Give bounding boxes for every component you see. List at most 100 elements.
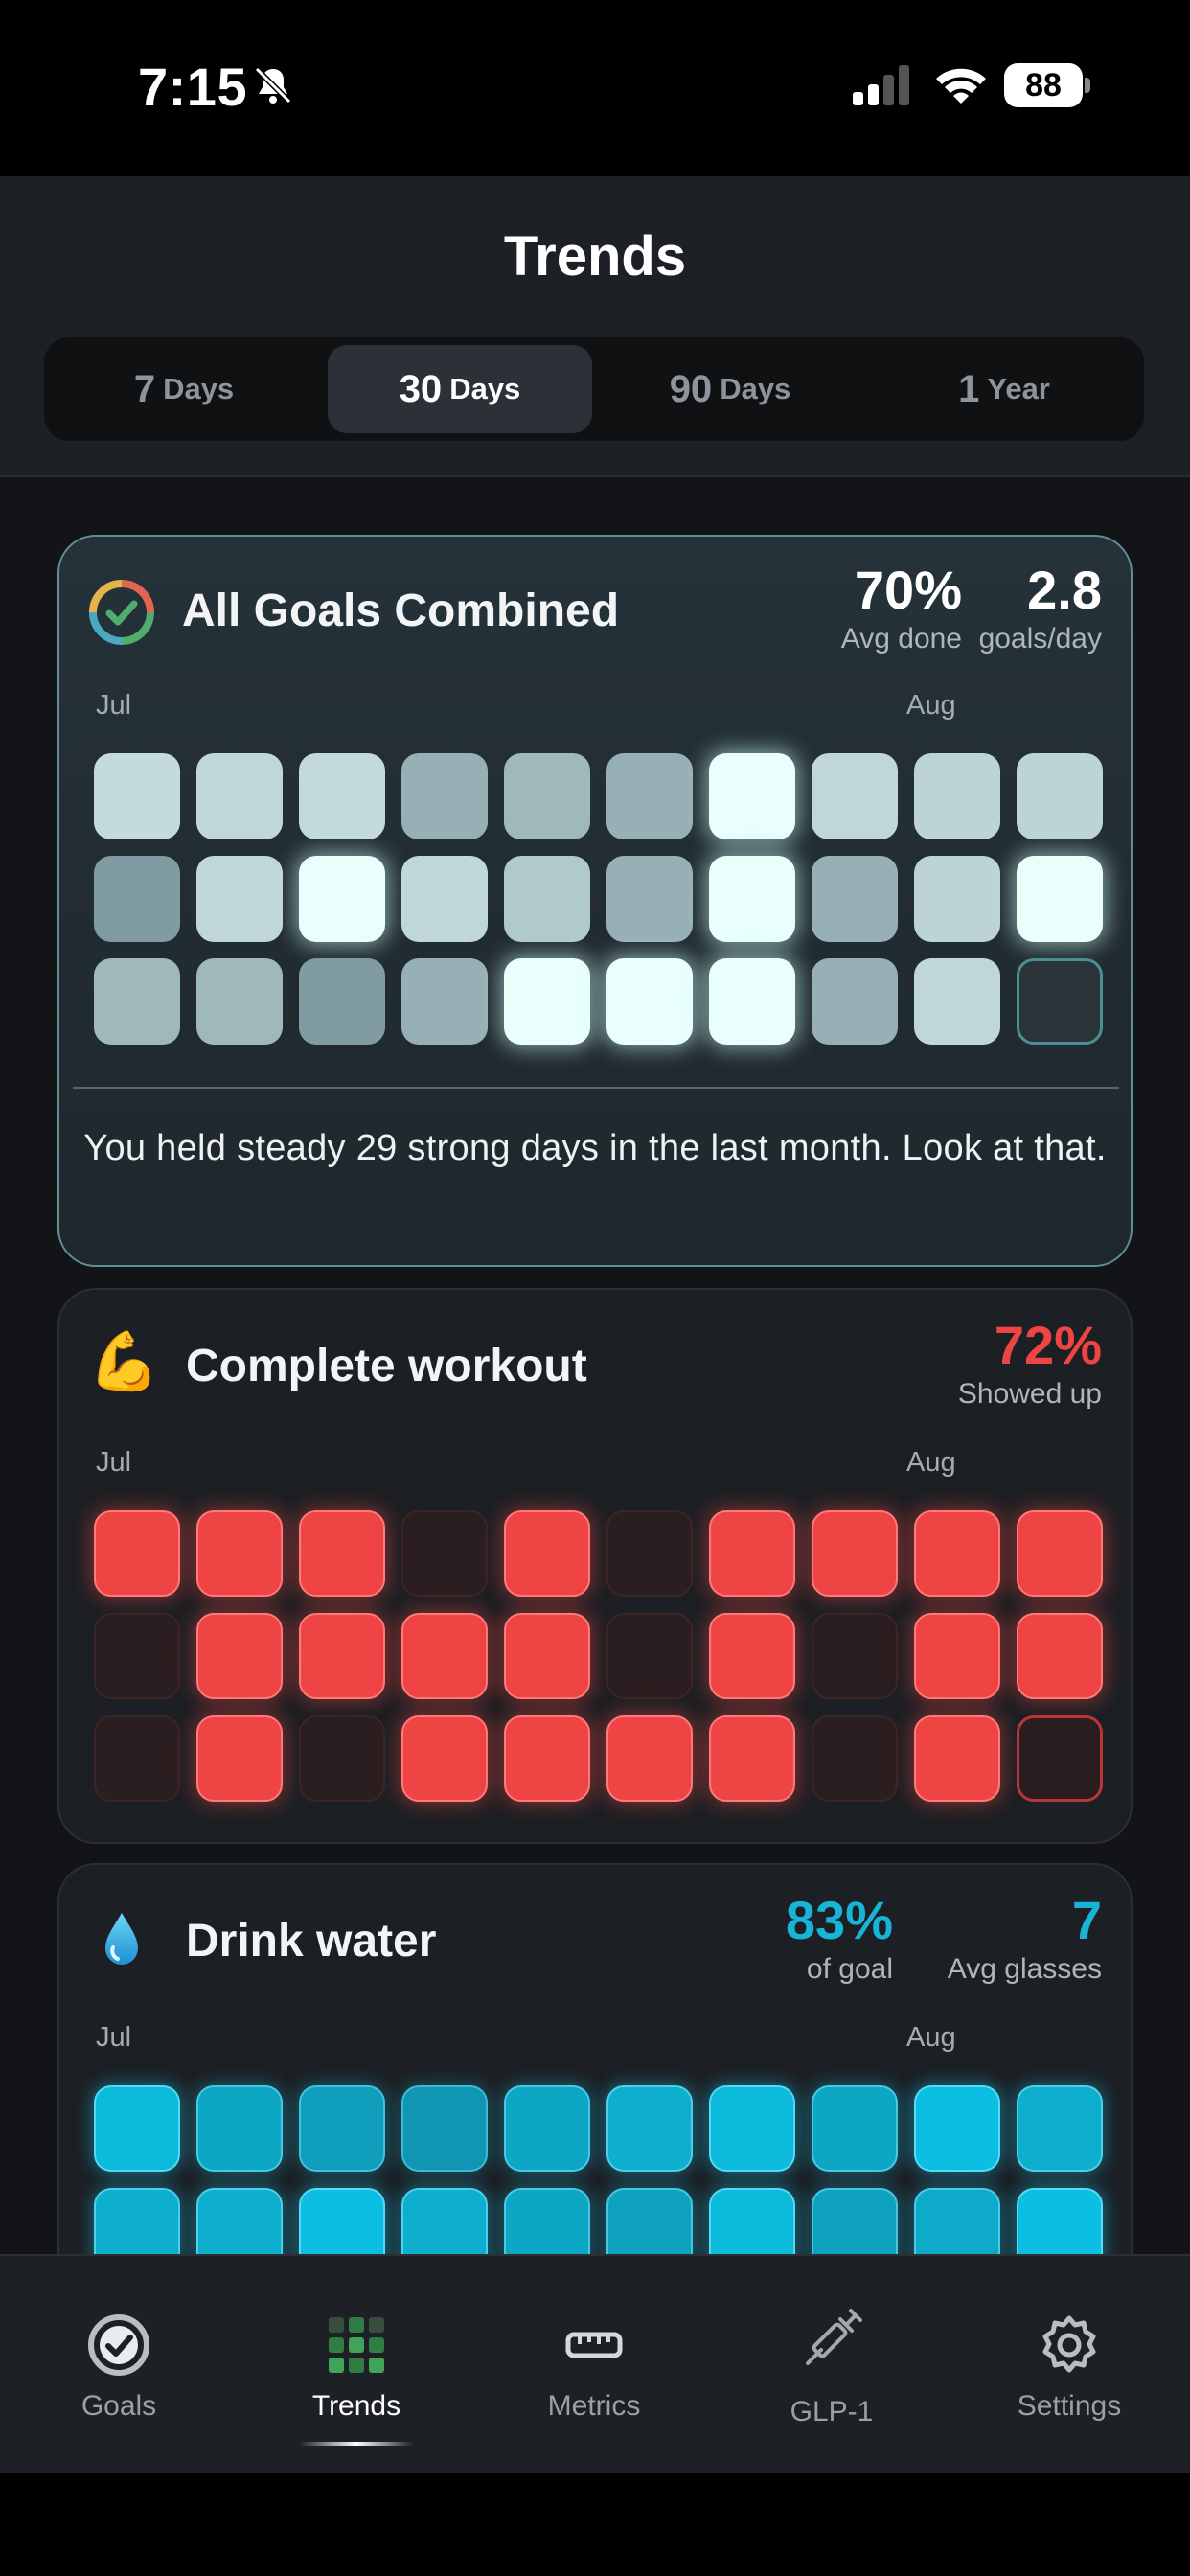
- tab-label: Metrics: [547, 2390, 641, 2422]
- range-30-days[interactable]: 30 Days: [328, 345, 592, 433]
- day-cell: [299, 753, 385, 840]
- day-cell: [504, 1613, 590, 1699]
- day-cell: [1017, 1510, 1103, 1597]
- water-drop-icon: [105, 1913, 138, 1965]
- day-cell: [401, 856, 488, 942]
- day-cell: [94, 1510, 180, 1597]
- flexed-biceps-icon: 💪: [88, 1329, 160, 1393]
- card-title: All Goals Combined: [182, 586, 620, 636]
- day-cell: [94, 2188, 180, 2254]
- range-90-days[interactable]: 90 Days: [598, 345, 862, 433]
- day-cell: [401, 2085, 488, 2172]
- stat-value: 2.8: [1027, 560, 1102, 620]
- day-cell: [299, 958, 385, 1045]
- day-cell: [709, 753, 795, 840]
- day-cell: [401, 1715, 488, 1802]
- day-cell: [299, 856, 385, 942]
- day-cell: [94, 958, 180, 1045]
- range-7-days[interactable]: 7 Days: [52, 345, 316, 433]
- day-cell: [401, 1613, 488, 1699]
- wifi-icon: [936, 68, 986, 104]
- day-cell: [606, 2085, 693, 2172]
- day-cell: [196, 1510, 283, 1597]
- encouragement-message: You held steady 29 strong days in the la…: [83, 1128, 1107, 1168]
- header: Trends 7 Days 30 Days 90 Days 1 Year: [0, 176, 1190, 477]
- range-unit: Days: [163, 372, 235, 405]
- day-cell: [709, 1510, 795, 1597]
- day-cell: [812, 856, 898, 942]
- range-1-year[interactable]: 1 Year: [872, 345, 1136, 433]
- day-heatmap: [94, 1510, 1103, 1802]
- stat-label: of goal: [806, 1953, 893, 1985]
- day-cell: [606, 958, 693, 1045]
- day-cell: [504, 958, 590, 1045]
- stat-value: 7: [1071, 1890, 1102, 1950]
- day-cell: [914, 1510, 1000, 1597]
- day-cell: [196, 1715, 283, 1802]
- day-cell: [401, 1510, 488, 1597]
- status-bar: 7:15 88: [0, 0, 1190, 176]
- day-cell: [709, 1613, 795, 1699]
- card-title: Drink water: [186, 1916, 437, 1966]
- tab-goals[interactable]: Goals: [0, 2256, 238, 2474]
- all-goals-card[interactable]: All Goals Combined 70% Avg done 2.8 goal…: [57, 535, 1133, 1267]
- day-cell: [812, 1613, 898, 1699]
- day-cell: [299, 2085, 385, 2172]
- day-cell: [196, 2085, 283, 2172]
- day-cell: [196, 958, 283, 1045]
- tab-trends[interactable]: Trends: [238, 2256, 475, 2474]
- showed-up-stat: 72% Showed up: [958, 1317, 1102, 1411]
- day-cell: [1017, 2085, 1103, 2172]
- day-heatmap: [94, 2085, 1103, 2254]
- day-cell: [1017, 1613, 1103, 1699]
- day-cell: [914, 2188, 1000, 2254]
- day-cell: [914, 1715, 1000, 1802]
- day-cell: [812, 1715, 898, 1802]
- card-title: Complete workout: [186, 1341, 587, 1392]
- stat-value: 83%: [785, 1890, 893, 1950]
- battery-icon: 88: [1004, 63, 1090, 107]
- tab-label: Settings: [1017, 2390, 1122, 2422]
- month-label-start: Jul: [96, 2022, 132, 2053]
- day-cell: [606, 2188, 693, 2254]
- avg-glasses-stat: 7 Avg glasses: [948, 1892, 1102, 1986]
- tab-metrics[interactable]: Metrics: [475, 2256, 713, 2474]
- tab-settings[interactable]: Settings: [950, 2256, 1188, 2474]
- day-cell: [94, 856, 180, 942]
- day-cell: [812, 753, 898, 840]
- day-cell: [94, 753, 180, 840]
- syringe-icon: [806, 2309, 862, 2365]
- day-cell: [709, 856, 795, 942]
- day-cell: [196, 2188, 283, 2254]
- month-label-end: Aug: [906, 1447, 956, 1478]
- day-cell: [299, 2188, 385, 2254]
- day-cell: [504, 2188, 590, 2254]
- home-indicator-area: [0, 2472, 1190, 2576]
- range-unit: Days: [449, 372, 521, 405]
- day-cell: [914, 1613, 1000, 1699]
- day-cell: [1017, 1715, 1103, 1802]
- day-cell: [299, 1510, 385, 1597]
- stat-value: 70%: [854, 560, 962, 620]
- range-number: 90: [669, 367, 713, 410]
- day-cell: [504, 856, 590, 942]
- day-cell: [196, 753, 283, 840]
- day-cell: [196, 856, 283, 942]
- of-goal-stat: 83% of goal: [786, 1892, 893, 1986]
- range-number: 7: [133, 367, 156, 410]
- battery-level: 88: [1004, 63, 1083, 107]
- day-cell: [812, 958, 898, 1045]
- tab-glp1[interactable]: GLP-1: [713, 2256, 950, 2474]
- bell-slash-icon: [254, 66, 292, 104]
- day-cell: [914, 856, 1000, 942]
- cellular-signal-icon: [853, 65, 909, 105]
- workout-card[interactable]: 💪 Complete workout 72% Showed up Jul Aug: [57, 1288, 1133, 1844]
- stat-label: Avg done: [840, 623, 962, 655]
- day-cell: [709, 2085, 795, 2172]
- stat-label: Avg glasses: [947, 1953, 1102, 1985]
- day-cell: [812, 2188, 898, 2254]
- trends-content[interactable]: All Goals Combined 70% Avg done 2.8 goal…: [0, 477, 1190, 2254]
- month-label-end: Aug: [906, 690, 956, 721]
- water-card[interactable]: Drink water 83% of goal 7 Avg glasses Ju…: [57, 1863, 1133, 2254]
- day-cell: [94, 1715, 180, 1802]
